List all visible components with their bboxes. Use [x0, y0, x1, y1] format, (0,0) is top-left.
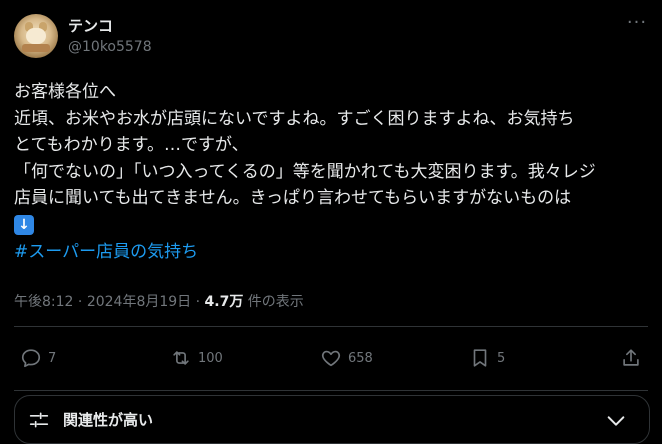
post-date[interactable]: 2024年8月19日	[87, 294, 191, 310]
repost-button[interactable]: 100	[170, 340, 223, 376]
meta-separator: ·	[73, 294, 87, 310]
repost-count: 100	[198, 350, 223, 366]
views-label: 件の表示	[243, 294, 304, 310]
heart-icon	[321, 350, 341, 367]
divider	[14, 326, 648, 327]
down-arrow-emoji-icon: ↓	[14, 214, 34, 235]
display-name[interactable]: テンコ	[68, 16, 152, 36]
user-names: テンコ @10ko5578	[68, 16, 152, 57]
avatar-face	[26, 28, 46, 44]
post-header: テンコ @10ko5578 ···	[14, 14, 648, 62]
action-bar: 7 100 658 5	[14, 340, 648, 376]
share-icon	[623, 349, 639, 366]
bookmark-icon	[473, 349, 487, 367]
post-line: 近頃、お米やお水が店頭にないですよね。すごく困りますよね、お気持ち	[14, 108, 575, 129]
share-button[interactable]	[620, 340, 648, 376]
hashtag-line: #スーパー店員の気持ち	[14, 239, 650, 266]
post-line: 「何でないの」「いつ入ってくるの」等を聞かれても大変困ります。我々レジ	[14, 161, 596, 182]
emoji-line: ↓	[14, 212, 650, 239]
views-count[interactable]: 4.7万	[205, 294, 244, 310]
bookmark-button[interactable]: 5	[469, 340, 505, 376]
post-meta: 午後8:12 · 2024年8月19日 · 4.7万 件の表示	[14, 291, 304, 311]
like-button[interactable]: 658	[320, 340, 373, 376]
reply-count: 7	[48, 350, 57, 366]
bookmark-count: 5	[497, 350, 506, 366]
repost-icon	[173, 351, 189, 365]
post-line: お客様各位へ	[14, 82, 116, 102]
user-handle[interactable]: @10ko5578	[68, 37, 152, 57]
divider	[14, 390, 648, 391]
sort-relevance-dropdown[interactable]: 関連性が高い	[14, 395, 650, 444]
post-line: とてもわかります。…ですが、	[14, 135, 249, 156]
more-options-icon[interactable]: ···	[626, 14, 648, 34]
reply-button[interactable]: 7	[20, 340, 56, 376]
avatar-scarf	[22, 44, 50, 52]
chevron-down-icon	[607, 416, 625, 426]
avatar[interactable]	[14, 14, 58, 58]
hashtag-link[interactable]: #スーパー店員の気持ち	[14, 242, 198, 262]
post-text: お客様各位へ 近頃、お米やお水が店頭にないですよね。すごく困りますよね、お気持ち…	[14, 79, 650, 265]
meta-separator: ·	[191, 294, 205, 310]
post-time[interactable]: 午後8:12	[14, 294, 73, 310]
reply-icon	[21, 349, 41, 368]
like-count: 658	[348, 350, 373, 366]
post-line: 店員に聞いても出てきません。きっぱり言わせてもらいますがないものは	[14, 188, 572, 209]
sort-label: 関連性が高い	[63, 411, 154, 429]
sliders-icon	[29, 412, 49, 428]
